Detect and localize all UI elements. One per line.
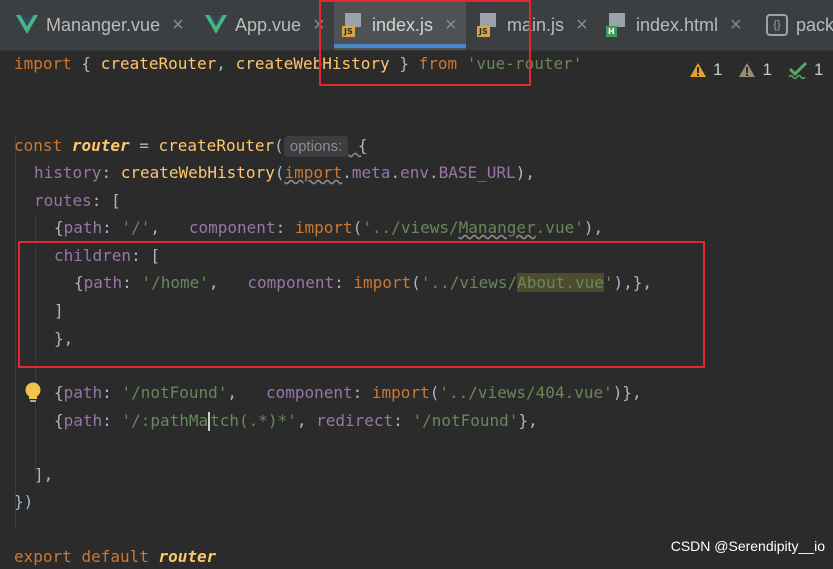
tab-index-html[interactable]: H index.html × xyxy=(606,0,742,50)
inspection-widget[interactable]: 1 1 1 xyxy=(689,60,823,80)
close-icon[interactable]: × xyxy=(172,14,184,37)
tab-mananger-vue[interactable]: Mananger.vue × xyxy=(16,0,184,50)
html-file-icon: H xyxy=(606,13,628,37)
warning-icon xyxy=(690,63,706,77)
tab-package-json[interactable]: {} packa xyxy=(766,0,833,50)
code-line: routes: [ xyxy=(34,191,121,210)
typo-count: 1 xyxy=(813,60,824,79)
annotation-box xyxy=(18,241,705,368)
tab-app-vue[interactable]: App.vue × xyxy=(205,0,325,50)
close-icon[interactable]: × xyxy=(576,14,588,37)
parameter-hint: options: xyxy=(283,136,349,157)
weak-warning-icon xyxy=(739,63,756,77)
code-line: const router = createRouter(options: { xyxy=(14,136,368,157)
code-line: {path: '/notFound', component: import('.… xyxy=(54,383,642,402)
warning-count: 1 xyxy=(713,60,723,79)
tab-label: index.html xyxy=(636,14,719,35)
close-icon[interactable]: × xyxy=(730,14,742,37)
annotation-box xyxy=(319,0,531,86)
vue-icon xyxy=(205,15,227,34)
weak-warning-count: 1 xyxy=(762,60,772,79)
code-line: history: createWebHistory(import.meta.en… xyxy=(34,163,535,182)
indent-guide xyxy=(15,135,16,530)
tab-label: packa xyxy=(796,14,833,35)
tab-label: Mananger.vue xyxy=(46,14,161,35)
watermark: CSDN @Serendipity__io xyxy=(670,538,825,554)
lightbulb-icon[interactable] xyxy=(24,382,42,404)
code-line: {path: '/', component: import('../views/… xyxy=(54,218,604,237)
code-line: export default router xyxy=(14,547,217,566)
code-line: }) xyxy=(14,492,34,511)
code-line: {path: '/:pathMa tch(.*)*', redirect: '/n… xyxy=(54,411,538,431)
code-line: ], xyxy=(34,465,54,484)
typo-check-icon xyxy=(788,61,807,79)
tab-label: App.vue xyxy=(235,14,302,35)
package-json-icon: {} xyxy=(766,14,788,36)
vue-icon xyxy=(16,15,38,34)
